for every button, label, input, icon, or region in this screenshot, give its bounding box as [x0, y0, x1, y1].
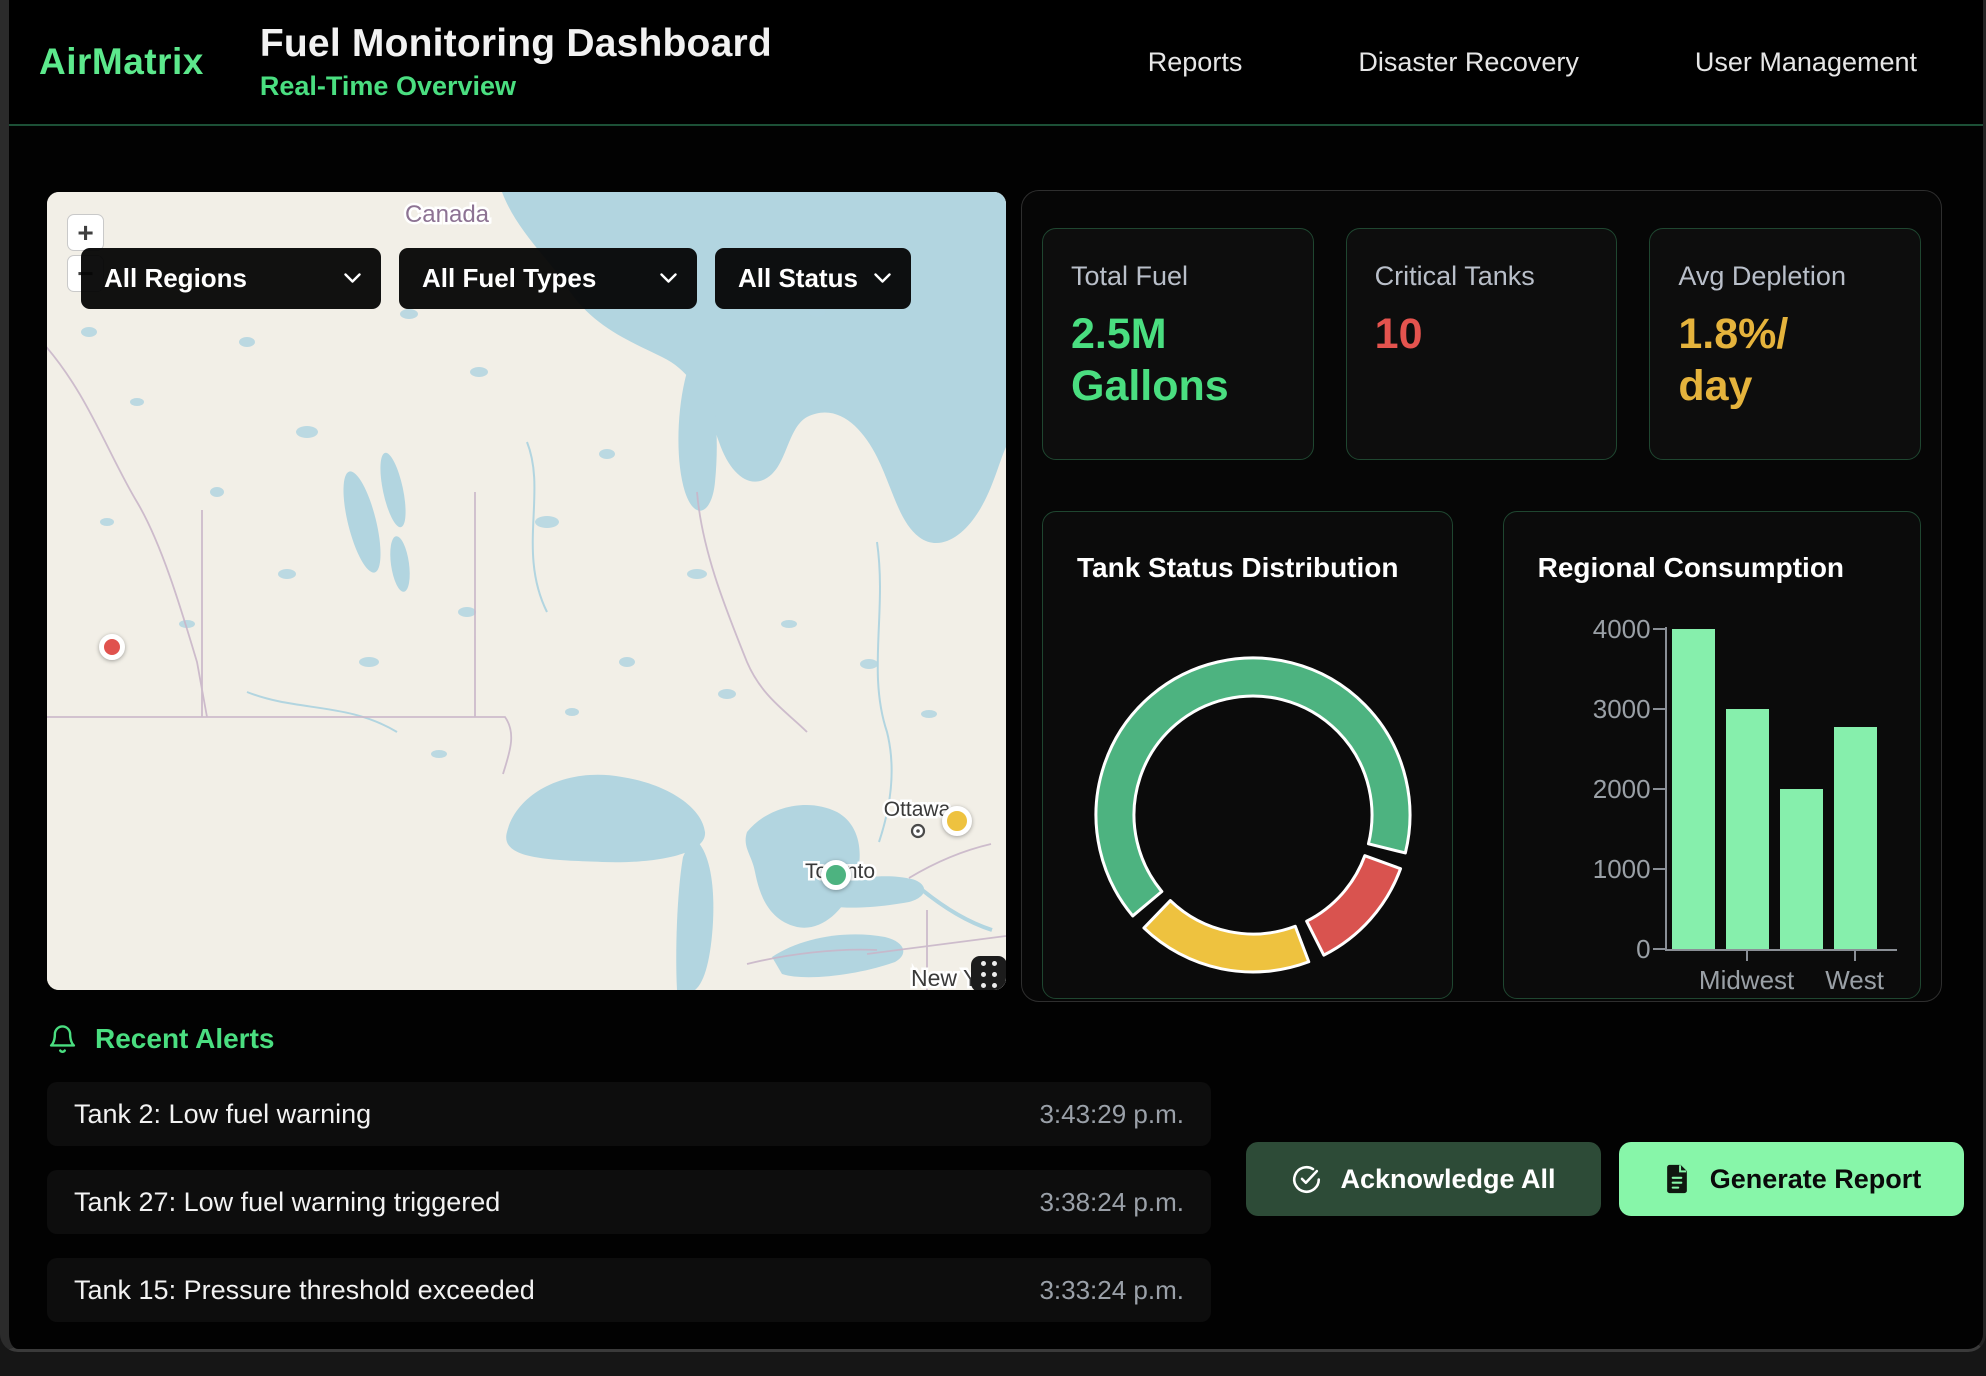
map-label-ottawa: Ottawa — [884, 798, 951, 821]
stat-card-total-fuel: Total Fuel 2.5M Gallons — [1042, 228, 1314, 460]
x-tick-label: West — [1785, 965, 1925, 996]
donut-chart-title: Tank Status Distribution — [1077, 552, 1399, 584]
x-tick — [1854, 951, 1856, 961]
y-tick — [1653, 948, 1665, 950]
header-brand: AirMatrix — [39, 41, 204, 83]
alert-row: Tank 15: Pressure threshold exceeded 3:33… — [47, 1258, 1211, 1322]
y-tick — [1653, 788, 1665, 790]
alert-text: Tank 15: Pressure threshold exceeded — [74, 1275, 535, 1306]
y-axis — [1665, 627, 1667, 951]
filter-label: All Status — [738, 263, 858, 294]
stat-value: 2.5M Gallons — [1071, 308, 1285, 413]
x-tick — [1746, 951, 1748, 961]
bar-1 — [1726, 709, 1769, 949]
map-marker-2[interactable] — [821, 860, 851, 890]
y-tick-label: 0 — [1555, 935, 1651, 963]
filter-label: All Fuel Types — [422, 263, 596, 294]
bell-icon — [47, 1022, 78, 1055]
x-axis — [1665, 949, 1897, 951]
stat-value: 10 — [1375, 308, 1589, 360]
bar-0 — [1672, 629, 1715, 949]
alert-timestamp: 3:33:24 p.m. — [1039, 1275, 1184, 1306]
check-circle-icon — [1291, 1164, 1322, 1195]
stat-cards-row: Total Fuel 2.5M Gallons Critical Tanks 10 Av… — [1042, 228, 1921, 460]
alert-timestamp: 3:38:24 p.m. — [1039, 1187, 1184, 1218]
charts-row: Tank Status Distribution Regional Consum… — [1042, 511, 1921, 999]
y-tick-label: 1000 — [1555, 855, 1651, 883]
page-title: Fuel Monitoring Dashboard — [260, 22, 772, 66]
nav-item-disaster-recovery[interactable]: Disaster Recovery — [1358, 47, 1579, 78]
chevron-down-icon — [344, 273, 361, 284]
chevron-down-icon — [874, 273, 891, 284]
y-tick — [1653, 708, 1665, 710]
page-subtitle: Real-Time Overview — [260, 71, 772, 102]
top-bar: AirMatrix Fuel Monitoring Dashboard Real… — [9, 0, 1983, 126]
stat-value: 1.8%/ day — [1678, 308, 1892, 413]
nav-item-user-management[interactable]: User Management — [1695, 47, 1917, 78]
acknowledge-all-label: Acknowledge All — [1340, 1164, 1555, 1195]
bar-2 — [1780, 789, 1823, 949]
alert-text: Tank 2: Low fuel warning — [74, 1099, 371, 1130]
alert-row: Tank 2: Low fuel warning 3:43:29 p.m. — [47, 1082, 1211, 1146]
nav-item-reports[interactable]: Reports — [1148, 47, 1243, 78]
alert-row: Tank 27: Low fuel warning triggered 3:38:… — [47, 1170, 1211, 1234]
generate-report-button[interactable]: Generate Report — [1619, 1142, 1964, 1216]
recent-alerts-title: Recent Alerts — [95, 1023, 274, 1055]
map-canvas[interactable]: CanadaOttawaTorontoNew York + − All Regi… — [47, 192, 1006, 990]
y-tick-label: 4000 — [1555, 615, 1651, 643]
filter-all-regions[interactable]: All Regions — [81, 248, 381, 309]
file-text-icon — [1662, 1163, 1692, 1195]
filter-label: All Regions — [104, 263, 247, 294]
filter-all-status[interactable]: All Status — [715, 248, 911, 309]
recent-alerts-heading: Recent Alerts — [47, 1022, 274, 1055]
map-resize-grip-icon[interactable] — [971, 956, 1006, 990]
dashboard-app: AirMatrix Fuel Monitoring Dashboard Real… — [0, 0, 1986, 1352]
title-block: Fuel Monitoring Dashboard Real-Time Over… — [260, 22, 772, 102]
bar-chart-title: Regional Consumption — [1538, 552, 1844, 584]
generate-report-label: Generate Report — [1710, 1164, 1922, 1195]
map-geography: CanadaOttawaTorontoNew York — [47, 192, 1006, 990]
stat-label: Total Fuel — [1071, 261, 1285, 292]
stat-card-critical-tanks: Critical Tanks 10 — [1346, 228, 1618, 460]
alert-timestamp: 3:43:29 p.m. — [1039, 1099, 1184, 1130]
donut-segment-2 — [1144, 901, 1309, 972]
y-tick-label: 3000 — [1555, 695, 1651, 723]
y-tick — [1653, 628, 1665, 630]
tank-status-donut-chart — [1043, 512, 1463, 998]
regional-consumption-card: Regional Consumption 01000200030004000Mi… — [1503, 511, 1921, 999]
acknowledge-all-button[interactable]: Acknowledge All — [1246, 1142, 1601, 1216]
filter-all-fuel-types[interactable]: All Fuel Types — [399, 248, 697, 309]
map-zoom-in-button[interactable]: + — [67, 214, 104, 251]
donut-segment-1 — [1307, 856, 1401, 955]
bar-3 — [1834, 727, 1877, 949]
map-label-canada: Canada — [405, 201, 490, 228]
y-tick — [1653, 868, 1665, 870]
map-marker-1[interactable] — [942, 806, 972, 836]
stat-card-avg-depletion: Avg Depletion 1.8%/ day — [1649, 228, 1921, 460]
main-nav: Reports Disaster Recovery User Management — [1148, 47, 1917, 78]
map-marker-0[interactable] — [99, 634, 125, 660]
y-tick-label: 2000 — [1555, 775, 1651, 803]
chevron-down-icon — [660, 273, 677, 284]
alert-text: Tank 27: Low fuel warning triggered — [74, 1187, 500, 1218]
stat-label: Avg Depletion — [1678, 261, 1892, 292]
metrics-panel: Total Fuel 2.5M Gallons Critical Tanks 10 Av… — [1021, 190, 1942, 1002]
stat-label: Critical Tanks — [1375, 261, 1589, 292]
tank-status-card: Tank Status Distribution — [1042, 511, 1453, 999]
